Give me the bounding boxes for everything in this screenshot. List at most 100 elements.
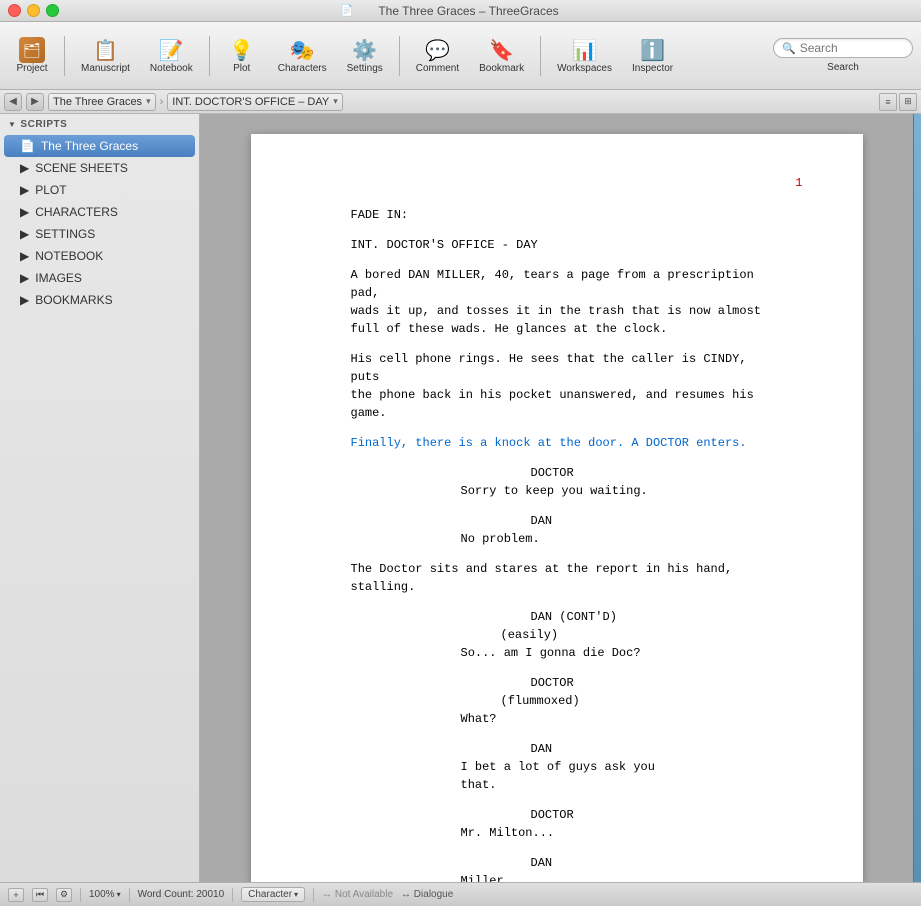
dialogue-doctor-3: Mr. Milton... bbox=[461, 824, 703, 842]
sidebar-item-settings[interactable]: ▶ SETTINGS bbox=[0, 223, 199, 245]
statusbar: + ⏮ ⚙ 100% ▾ Word Count: 20010 Character… bbox=[0, 882, 921, 906]
zoom-arrow-icon: ▾ bbox=[117, 890, 121, 899]
sb-options-button[interactable]: ⚙ bbox=[56, 888, 72, 902]
sidebar: ▼ SCRIPTS 📄 The Three Graces ▶ SCENE SHE… bbox=[0, 114, 200, 882]
dialogue-dan-1: No problem. bbox=[461, 530, 703, 548]
characters-arrow: ▶ bbox=[20, 205, 29, 219]
search-label: Search bbox=[827, 62, 859, 73]
zoom-control[interactable]: 100% ▾ bbox=[89, 889, 121, 900]
scene-sheets-arrow: ▶ bbox=[20, 161, 29, 175]
dialogue-doctor-1: Sorry to keep you waiting. bbox=[461, 482, 703, 500]
comment-label: Comment bbox=[416, 63, 459, 74]
plot-label: PLOT bbox=[35, 183, 66, 197]
search-glass-icon: 🔍 bbox=[782, 42, 796, 55]
notebook-label: Notebook bbox=[150, 63, 193, 74]
inspector-button[interactable]: ℹ️ Inspector bbox=[624, 27, 681, 85]
notebook-icon: 📝 bbox=[159, 38, 184, 63]
active-script-name: The Three Graces bbox=[41, 139, 138, 153]
view-grid-button[interactable]: ⊞ bbox=[899, 93, 917, 111]
search-input[interactable] bbox=[800, 41, 904, 55]
nav-forward-button[interactable]: ▶ bbox=[26, 93, 44, 111]
plot-icon: 💡 bbox=[229, 38, 254, 63]
parenthetical-doctor-1: (flummoxed) bbox=[501, 692, 783, 710]
toolbar-separator-4 bbox=[540, 36, 541, 76]
dialogue-dan-2: So... am I gonna die Doc? bbox=[461, 644, 703, 662]
comment-icon: 💬 bbox=[425, 38, 450, 63]
window-controls[interactable] bbox=[8, 4, 59, 17]
dialogue-doctor-2: What? bbox=[461, 710, 703, 728]
plot-button[interactable]: 💡 Plot bbox=[218, 27, 266, 85]
dialogue-status: ↔ Dialogue bbox=[401, 889, 453, 900]
character-arrow-icon: ▾ bbox=[294, 890, 298, 899]
toolbar-separator-1 bbox=[64, 36, 65, 76]
sb-separator-1 bbox=[80, 888, 81, 902]
toolbar-separator-3 bbox=[399, 36, 400, 76]
project-selector[interactable]: The Three Graces ▾ bbox=[48, 93, 156, 111]
scripts-section-header[interactable]: ▼ SCRIPTS bbox=[0, 114, 199, 135]
parenthetical-dan-1: (easily) bbox=[501, 626, 783, 644]
fade-in: FADE IN: bbox=[351, 206, 783, 224]
view-buttons: ≡ ⊞ bbox=[879, 93, 917, 111]
scene-selector[interactable]: INT. DOCTOR'S OFFICE – DAY ▾ bbox=[167, 93, 342, 111]
action-4: The Doctor sits and stares at the report… bbox=[351, 560, 783, 596]
sidebar-item-characters[interactable]: ▶ CHARACTERS bbox=[0, 201, 199, 223]
sidebar-item-images[interactable]: ▶ IMAGES bbox=[0, 267, 199, 289]
characters-icon: 🎭 bbox=[290, 38, 315, 63]
character-dan-2: DAN bbox=[531, 740, 783, 758]
bookmark-label: Bookmark bbox=[479, 63, 524, 74]
plot-arrow: ▶ bbox=[20, 183, 29, 197]
maximize-button[interactable] bbox=[46, 4, 59, 17]
sidebar-item-notebook[interactable]: ▶ NOTEBOOK bbox=[0, 245, 199, 267]
search-group: 🔍 Search bbox=[773, 38, 913, 73]
toolbar-separator-2 bbox=[209, 36, 210, 76]
sidebar-item-plot[interactable]: ▶ PLOT bbox=[0, 179, 199, 201]
blank-line bbox=[351, 194, 783, 206]
action-1: A bored DAN MILLER, 40, tears a page fro… bbox=[351, 266, 783, 338]
search-box[interactable]: 🔍 bbox=[773, 38, 913, 58]
sidebar-item-active-script[interactable]: 📄 The Three Graces bbox=[4, 135, 195, 157]
manuscript-icon: 📋 bbox=[93, 38, 118, 63]
manuscript-button[interactable]: 📋 Manuscript bbox=[73, 27, 138, 85]
notebook-label: NOTEBOOK bbox=[35, 249, 103, 263]
characters-button[interactable]: 🎭 Characters bbox=[270, 27, 335, 85]
nav-back-button[interactable]: ◀ bbox=[4, 93, 22, 111]
scene-heading-1: INT. DOCTOR'S OFFICE - DAY bbox=[351, 236, 783, 254]
character-dan-1: DAN bbox=[531, 512, 783, 530]
zoom-value: 100% bbox=[89, 889, 115, 900]
comment-button[interactable]: 💬 Comment bbox=[408, 27, 467, 85]
breadcrumb-bar: ◀ ▶ The Three Graces ▾ › INT. DOCTOR'S O… bbox=[0, 90, 921, 114]
inspector-label: Inspector bbox=[632, 63, 673, 74]
dialogue-dan-4: Miller. bbox=[461, 872, 703, 882]
project-button[interactable]: 🗂 Project bbox=[8, 27, 56, 85]
bookmark-icon: 🔖 bbox=[489, 38, 514, 63]
scripts-label: SCRIPTS bbox=[20, 119, 67, 130]
project-icon: 🗂 bbox=[19, 37, 45, 63]
sb-add-button[interactable]: + bbox=[8, 888, 24, 902]
character-doctor-1: DOCTOR bbox=[531, 464, 783, 482]
sb-rewind-button[interactable]: ⏮ bbox=[32, 888, 48, 902]
character-dan-3: DAN bbox=[531, 854, 783, 872]
script-page: 1 FADE IN: INT. DOCTOR'S OFFICE - DAY A … bbox=[251, 134, 863, 882]
notebook-button[interactable]: 📝 Notebook bbox=[142, 27, 201, 85]
minimize-button[interactable] bbox=[27, 4, 40, 17]
character-dan-contd: DAN (CONT'D) bbox=[531, 608, 783, 626]
content-area[interactable]: 1 FADE IN: INT. DOCTOR'S OFFICE - DAY A … bbox=[200, 114, 913, 882]
settings-button[interactable]: ⚙️ Settings bbox=[339, 27, 391, 85]
characters-label: CHARACTERS bbox=[35, 205, 118, 219]
settings-label: SETTINGS bbox=[35, 227, 95, 241]
workspaces-button[interactable]: 📊 Workspaces bbox=[549, 27, 620, 85]
sb-separator-2 bbox=[129, 888, 130, 902]
character-selector[interactable]: Character ▾ bbox=[241, 887, 305, 902]
sidebar-item-bookmarks[interactable]: ▶ BOOKMARKS bbox=[0, 289, 199, 311]
scene-sheets-label: SCENE SHEETS bbox=[35, 161, 128, 175]
bookmarks-arrow: ▶ bbox=[20, 293, 29, 307]
workspaces-label: Workspaces bbox=[557, 63, 612, 74]
bookmark-button[interactable]: 🔖 Bookmark bbox=[471, 27, 532, 85]
page-number: 1 bbox=[795, 174, 802, 192]
view-list-button[interactable]: ≡ bbox=[879, 93, 897, 111]
sidebar-item-scene-sheets[interactable]: ▶ SCENE SHEETS bbox=[0, 157, 199, 179]
right-accent-bar bbox=[913, 114, 921, 882]
notebook-arrow: ▶ bbox=[20, 249, 29, 263]
close-button[interactable] bbox=[8, 4, 21, 17]
action-3-link[interactable]: Finally, there is a knock at the door. A… bbox=[351, 434, 783, 452]
